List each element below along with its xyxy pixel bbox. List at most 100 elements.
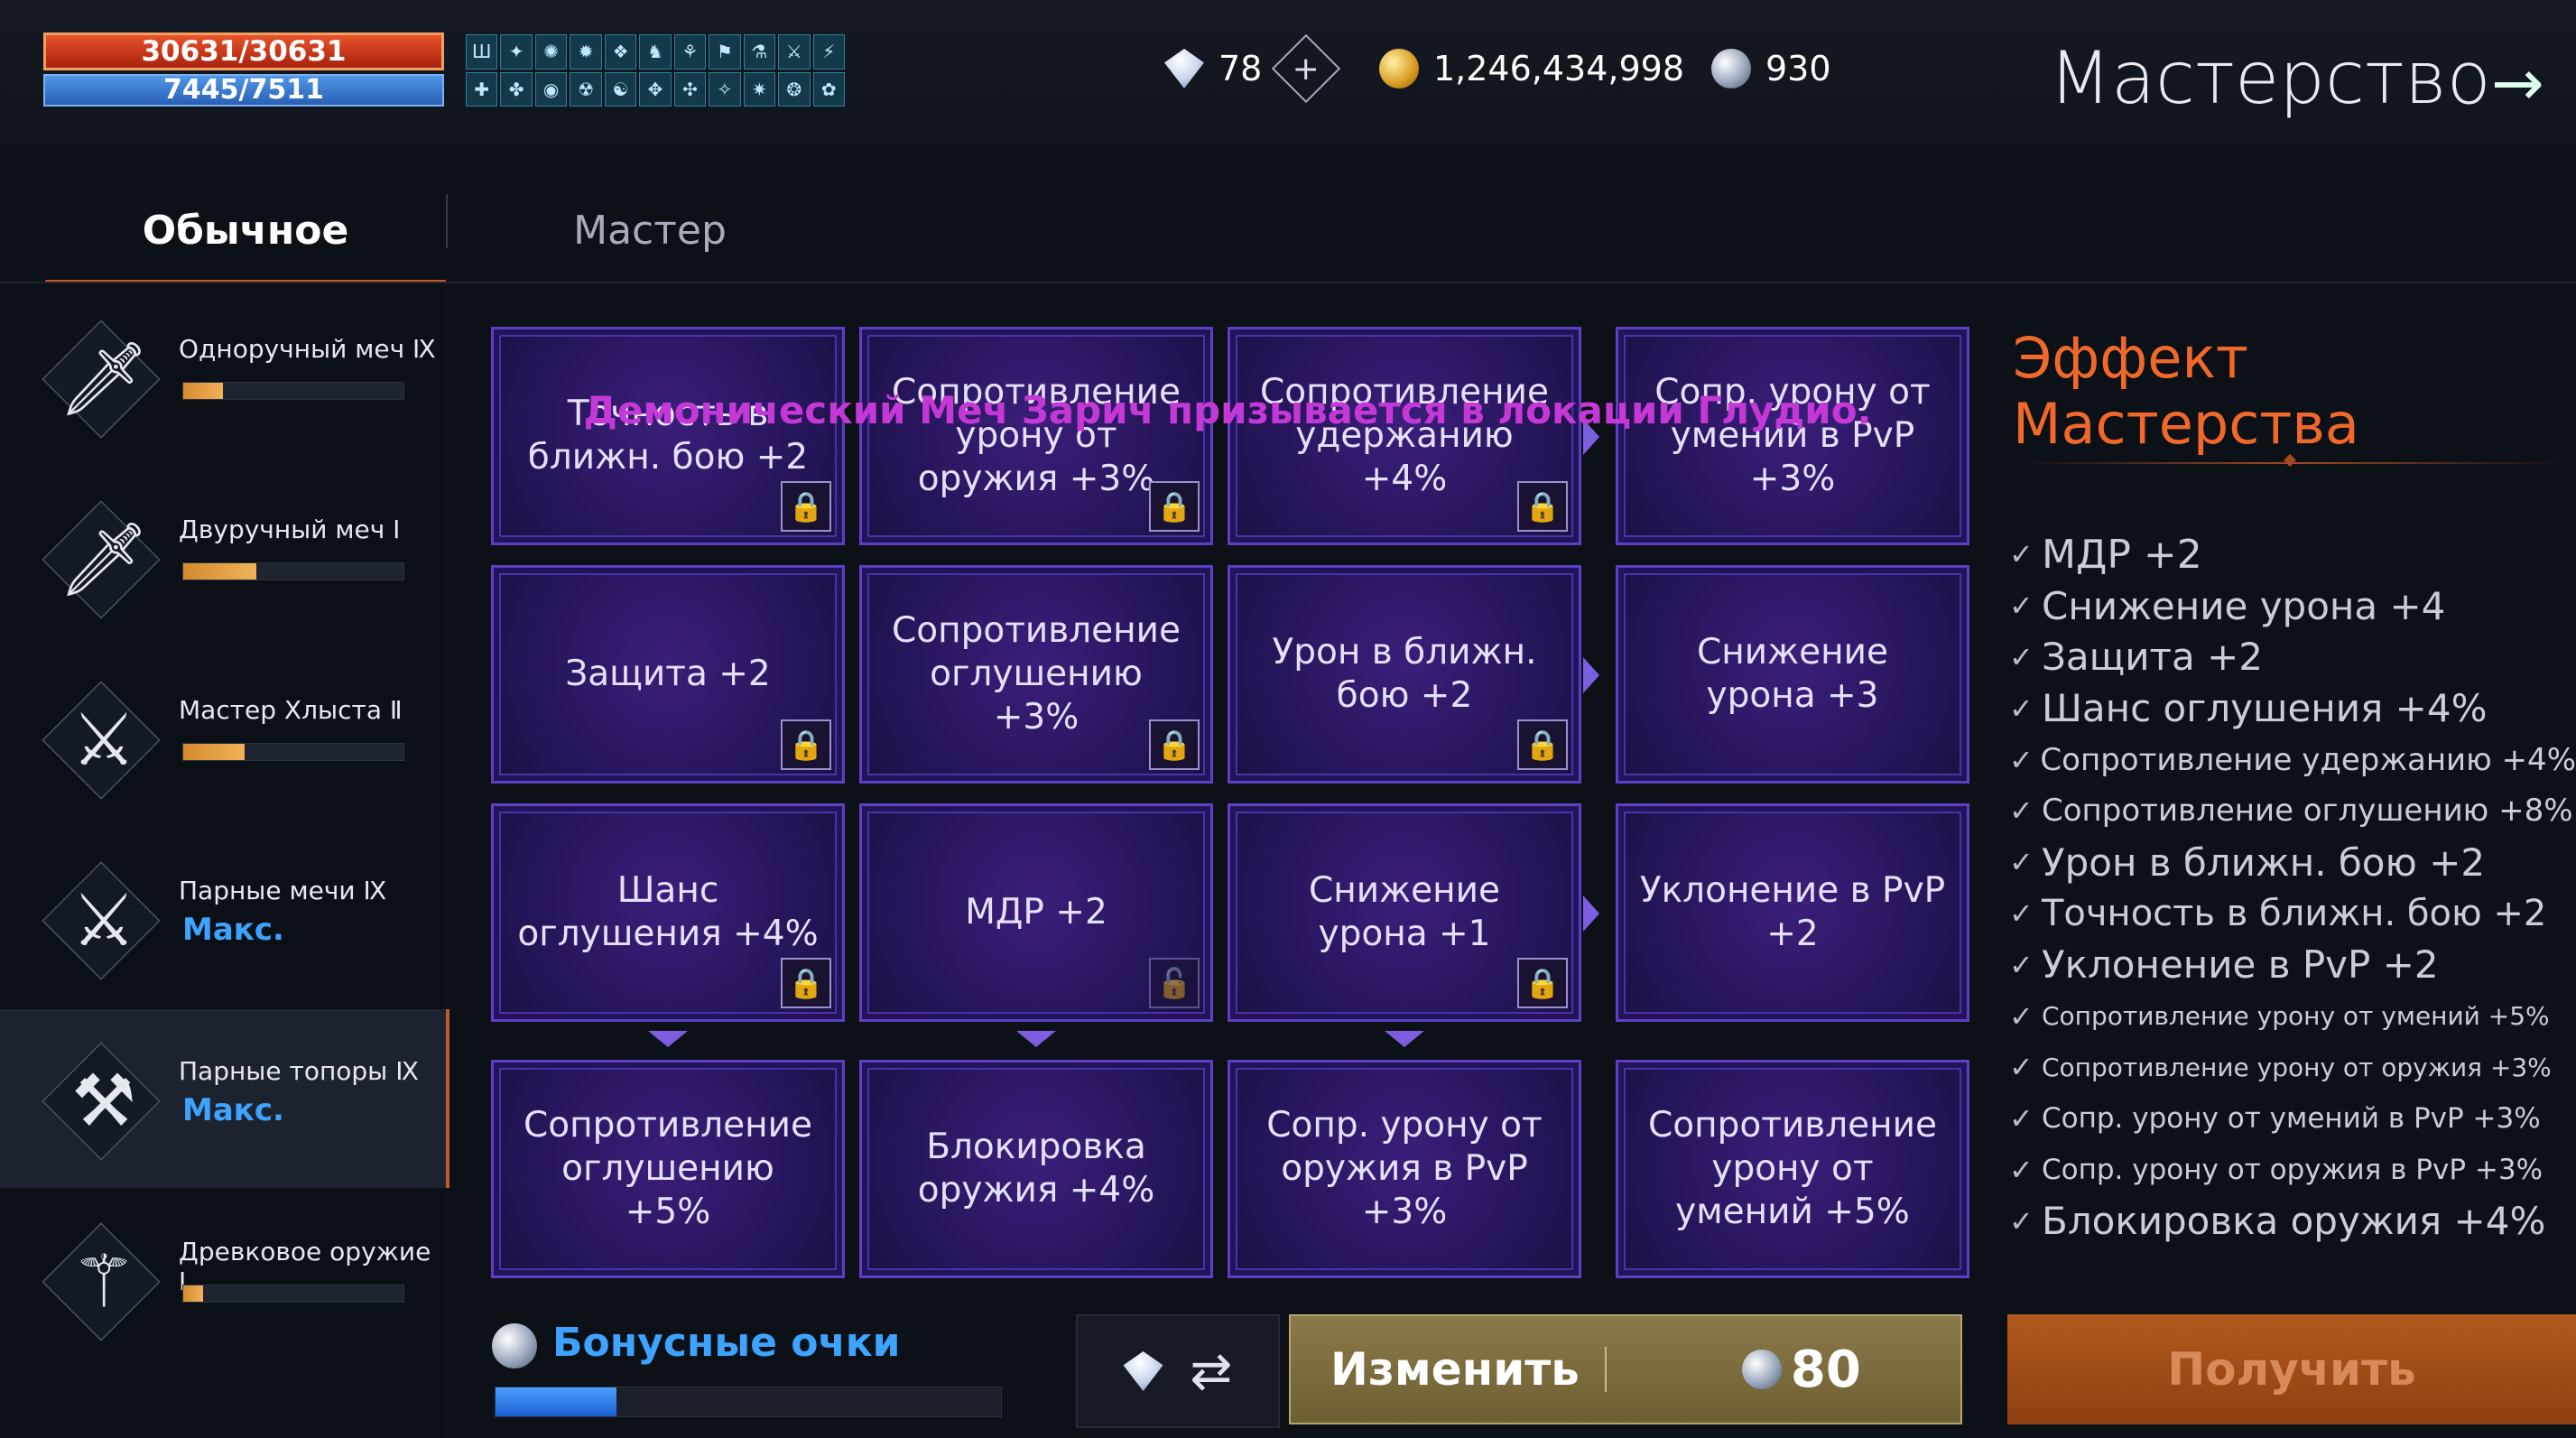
buff-icon: ✺ (534, 34, 568, 70)
mastery-node[interactable]: Блокировка оружия +4% (859, 1060, 1213, 1278)
lock-icon: 🔒 (1149, 481, 1200, 532)
weapon-progress-fill (183, 563, 256, 580)
buff-icon: ✦ (500, 34, 533, 70)
page-title: Мастерство (2049, 36, 2491, 120)
bonus-points-fill (496, 1387, 617, 1416)
gold-coin-icon (1379, 49, 1419, 88)
arrow-down-icon (1385, 1031, 1424, 1047)
silver-count: 930 (1765, 49, 1831, 88)
mastery-node-label: Сопротивление удержанию +4% (1259, 372, 1550, 499)
effect-item: ✓ Точность в ближн. бою +2 (2009, 888, 2576, 940)
weapon-progress-bar (182, 562, 404, 580)
mastery-node[interactable]: Защита +2 🔒 (491, 565, 845, 784)
mastery-node[interactable]: Снижение урона +1 🔒 (1228, 803, 1581, 1022)
diamond-count: 78 (1219, 49, 1263, 88)
weapon-progress-fill (183, 383, 223, 399)
mastery-node-label: Сопр. урону от оружия в PvP +3% (1266, 1105, 1543, 1232)
gold-count: 1,246,434,998 (1433, 49, 1685, 88)
tab-normal[interactable]: Обычное (45, 181, 446, 283)
mastery-node[interactable]: Сопротивление оглушению +5% (491, 1060, 845, 1278)
hp-bar: 30631/30631 (43, 32, 444, 70)
mastery-node[interactable]: Сопротивление урону от умений +5% (1616, 1060, 1969, 1278)
buff-icon: ✚ (466, 71, 498, 107)
arrow-right-icon (1583, 419, 1599, 455)
greatsword-icon: 🗡 (58, 517, 150, 601)
weapon-item-dual-axes[interactable]: ⚒ Парные топоры Ⅸ Макс. (0, 1009, 449, 1188)
effect-item: ✓ Шанс оглушения +4% (2009, 682, 2576, 734)
buff-icon: ◉ (534, 71, 568, 107)
weapon-progress-fill (183, 744, 246, 760)
mastery-node-label: Точность в ближн. бою +2 (527, 394, 809, 478)
weapon-name: Одноручный меч Ⅸ (179, 334, 436, 364)
effect-label: Уклонение в PvP +2 (2042, 942, 2439, 988)
tab-master[interactable]: Мастер (451, 181, 848, 280)
check-icon: ✓ (2009, 691, 2034, 726)
mastery-node[interactable]: Урон в ближн. бою +2 🔒 (1228, 565, 1581, 784)
buff-icon: ☯ (604, 71, 637, 107)
weapon-item-whip-master[interactable]: ⚔ Мастер Хлыста Ⅱ (0, 648, 446, 827)
lock-icon: 🔒 (1517, 481, 1568, 532)
mastery-node[interactable]: Сопротивление удержанию +4% 🔒 (1228, 327, 1581, 545)
effects-list: ✓ МДР +2 ✓ Снижение урона +4 ✓ Защита +2 ✓ Ш… (2009, 529, 2576, 1247)
buff-icon: ☢ (570, 71, 602, 107)
get-button[interactable]: Получить (2007, 1314, 2576, 1424)
mastery-node-label: Сопротивление урону от умений +5% (1647, 1105, 1938, 1232)
check-icon: ✓ (2009, 793, 2034, 829)
weapon-name: Двуручный меч Ⅰ (179, 515, 401, 544)
weapon-item-dual-swords[interactable]: ⚔ Парные мечи Ⅸ Макс. (0, 829, 446, 1007)
mastery-node-label: МДР +2 (965, 892, 1107, 932)
effect-label: Блокировка оружия +4% (2042, 1199, 2546, 1244)
swap-currency-button[interactable]: ⇄ (1076, 1314, 1280, 1428)
arrow-right-icon (1583, 895, 1599, 932)
buff-icon: ✹ (570, 34, 602, 70)
mastery-node[interactable]: Снижение урона +3 (1616, 565, 1969, 784)
check-icon: ✓ (2009, 1050, 2034, 1085)
check-icon: ✓ (2009, 1152, 2034, 1187)
check-icon: ✓ (2009, 1101, 2034, 1136)
mastery-node[interactable]: Сопр. урону от оружия в PvP +3% (1228, 1060, 1581, 1278)
swap-arrows-icon: ⇄ (1190, 1341, 1233, 1401)
weapon-name: Парные мечи Ⅸ (179, 876, 387, 905)
effect-item: ✓ Сопротивление оглушению +8% (2009, 785, 2576, 837)
weapon-max-label: Макс. (182, 1092, 284, 1128)
mastery-node[interactable]: Сопротивление оглушению +3% 🔒 (859, 565, 1213, 784)
mastery-node[interactable]: Сопр. урону от умений в PvP +3% (1616, 327, 1969, 545)
add-diamonds-button[interactable]: + (1272, 33, 1341, 104)
unlock-icon: 🔓 (1149, 958, 1200, 1008)
weapon-name: Парные топоры Ⅸ (179, 1056, 419, 1086)
plus-icon: + (1293, 50, 1320, 88)
effect-item: ✓ Сопр. урону от оружия в PvP +3% (2009, 1145, 2576, 1196)
buff-icon: ⚘ (673, 34, 707, 70)
effect-label: Снижение урона +4 (2042, 583, 2446, 628)
dual-swords-icon: ⚔ (71, 878, 136, 962)
buff-icon: ❖ (604, 34, 637, 70)
mastery-node[interactable]: Шанс оглушения +4% 🔒 (491, 803, 845, 1022)
effect-item: ✓ Сопротивление урону от умений +5% (2009, 990, 2576, 1042)
arrow-right-icon (1583, 657, 1599, 693)
weapon-item-polearm[interactable]: ⚚ Древковое оружие Ⅰ (0, 1190, 446, 1368)
buff-icon: ✥ (639, 71, 672, 107)
mastery-node[interactable]: Точность в ближн. бою +2 🔒 (491, 327, 845, 545)
arrow-down-icon (648, 1031, 688, 1047)
effect-item: ✓ Сопр. урону от умений в PvP +3% (2009, 1093, 2576, 1145)
effects-title: Эффект Мастерства (2013, 325, 2359, 457)
weapon-item-two-handed-sword[interactable]: 🗡 Двуручный меч Ⅰ (0, 468, 446, 646)
mastery-node[interactable]: МДР +2 🔓 (859, 803, 1213, 1022)
weapon-progress-bar (182, 1285, 404, 1303)
buff-icon: ✣ (673, 71, 707, 107)
weapon-max-label: Макс. (182, 912, 284, 948)
effect-label: Сопротивление оглушению +8% (2042, 793, 2573, 830)
buff-icon: ✧ (709, 71, 741, 107)
exit-icon[interactable]: → (2491, 47, 2563, 119)
effect-label: Сопр. урону от умений в PvP +3% (2042, 1102, 2541, 1136)
effect-item: ✓ Снижение урона +4 (2009, 580, 2576, 632)
change-button[interactable]: Изменить 80 (1289, 1314, 1962, 1424)
weapon-item-one-handed-sword[interactable]: 🗡 Одноручный меч Ⅸ (0, 287, 446, 466)
mastery-node[interactable]: Уклонение в PvP +2 (1616, 803, 1969, 1022)
effect-label: Точность в ближн. бою +2 (2042, 892, 2547, 934)
check-icon: ✓ (2009, 947, 2034, 982)
lock-icon: 🔒 (781, 719, 831, 770)
check-icon: ✓ (2009, 742, 2034, 777)
mastery-node[interactable]: Сопротивление урону от оружия +3% 🔒 (859, 327, 1213, 545)
lock-icon: 🔒 (1149, 719, 1200, 770)
